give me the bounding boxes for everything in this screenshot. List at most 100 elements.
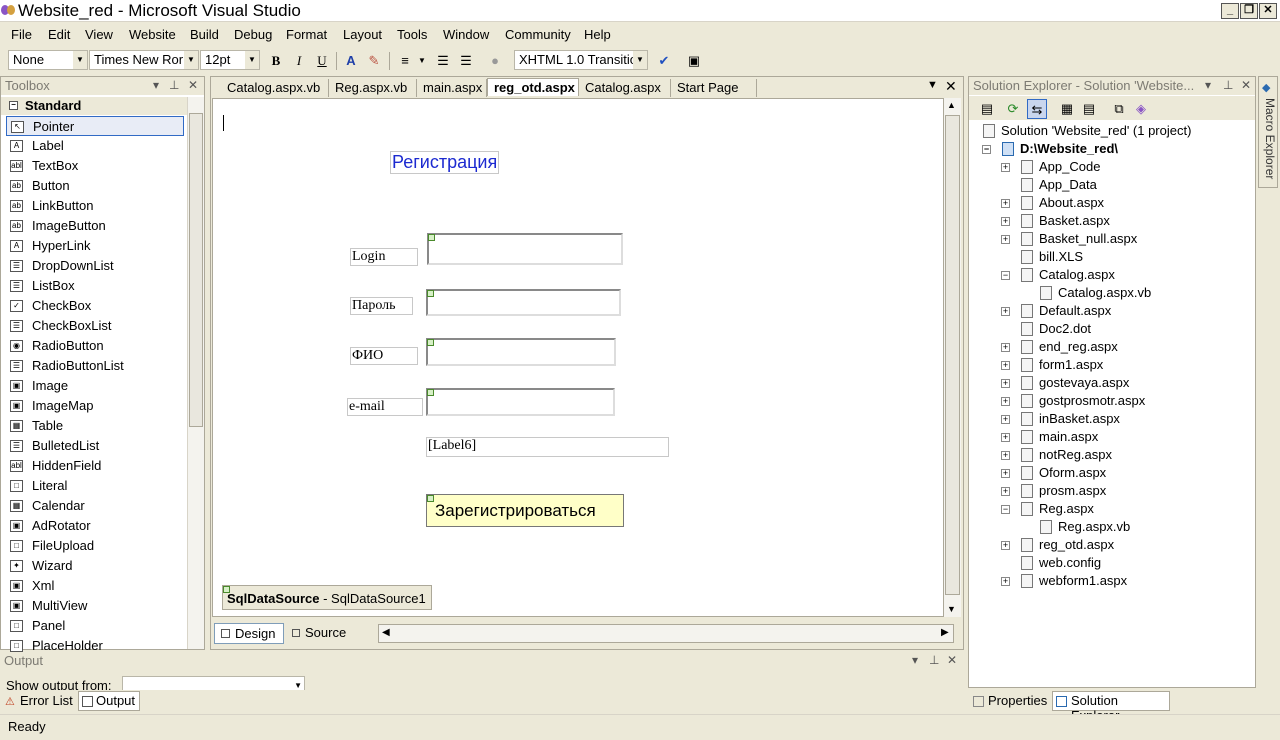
font-color-icon[interactable]: A xyxy=(341,51,361,71)
horizontal-scrollbar[interactable] xyxy=(378,624,954,643)
register-button[interactable]: Зарегистрироваться xyxy=(426,494,624,527)
pin-icon[interactable]: ⊥ xyxy=(1223,78,1233,92)
scroll-left-icon[interactable]: ◀ xyxy=(382,627,390,638)
toolbox-item-hyperlink[interactable]: A HyperLink xyxy=(6,236,184,256)
underline-button[interactable]: U xyxy=(312,51,332,71)
tree-item-bill-xls[interactable]: bill.XLS xyxy=(1021,249,1083,264)
toolbox-item-imagemap[interactable]: ▣ ImageMap xyxy=(6,396,184,416)
view-code-icon[interactable]: ▦ xyxy=(1057,99,1077,119)
toolbox-item-checkbox[interactable]: ✓ CheckBox xyxy=(6,296,184,316)
toolbox-item-fileupload[interactable]: □ FileUpload xyxy=(6,536,184,556)
asp-config-icon[interactable]: ◈ xyxy=(1131,99,1151,119)
expand-icon[interactable]: + xyxy=(1001,451,1010,460)
close-icon[interactable]: ✕ xyxy=(188,78,198,92)
toolbox-item-dropdownlist[interactable]: ☰ DropDownList xyxy=(6,256,184,276)
solution-node[interactable]: Solution 'Website_red' (1 project) xyxy=(983,123,1191,138)
copy-website-icon[interactable]: ⧉ xyxy=(1109,99,1129,119)
scroll-right-icon[interactable]: ▶ xyxy=(941,627,949,638)
menu-layout[interactable]: Layout xyxy=(343,27,382,42)
close-document-icon[interactable]: ✕ xyxy=(945,78,957,95)
expand-icon[interactable]: + xyxy=(1001,361,1010,370)
menu-help[interactable]: Help xyxy=(584,27,611,42)
menu-file[interactable]: File xyxy=(11,27,32,42)
numbered-list-icon[interactable]: ☰ xyxy=(456,51,476,71)
tree-item-oform-aspx[interactable]: + Oform.aspx xyxy=(1001,465,1106,480)
toolbox-item-bulletedlist[interactable]: ☰ BulletedList xyxy=(6,436,184,456)
toolbox-item-table[interactable]: ▦ Table xyxy=(6,416,184,436)
close-button[interactable]: ✕ xyxy=(1259,3,1277,19)
toolbox-item-adrotator[interactable]: ▣ AdRotator xyxy=(6,516,184,536)
tab-solution-explorer[interactable]: Solution Explorer xyxy=(1052,691,1170,723)
login-label[interactable]: Login xyxy=(350,248,418,266)
toolbox-item-xml[interactable]: ▣ Xml xyxy=(6,576,184,596)
tab-output[interactable]: Output xyxy=(78,691,140,711)
toolbox-item-listbox[interactable]: ☰ ListBox xyxy=(6,276,184,296)
bulleted-list-icon[interactable]: ☰ xyxy=(433,51,453,71)
collapse-icon[interactable]: − xyxy=(1001,505,1010,514)
tab-main-aspx[interactable]: main.aspx xyxy=(417,79,487,97)
menu-edit[interactable]: Edit xyxy=(48,27,70,42)
expand-icon[interactable]: + xyxy=(1001,379,1010,388)
expand-icon[interactable]: + xyxy=(1001,415,1010,424)
tree-item-notreg-aspx[interactable]: + notReg.aspx xyxy=(1001,447,1112,462)
tree-item-about-aspx[interactable]: + About.aspx xyxy=(1001,195,1104,210)
tree-item-gostprosmotr-aspx[interactable]: + gostprosmotr.aspx xyxy=(1001,393,1145,408)
toolbox-item-textbox[interactable]: abl TextBox xyxy=(6,156,184,176)
tree-item-gostevaya-aspx[interactable]: + gostevaya.aspx xyxy=(1001,375,1129,390)
menu-format[interactable]: Format xyxy=(286,27,327,42)
font-name-select[interactable]: Times New Ror ▼ xyxy=(89,50,199,70)
menu-build[interactable]: Build xyxy=(190,27,219,42)
password-label[interactable]: Пароль xyxy=(350,297,413,315)
bold-button[interactable]: B xyxy=(266,51,286,71)
editor-scroll-thumb[interactable] xyxy=(945,115,960,595)
toolbox-item-image[interactable]: ▣ Image xyxy=(6,376,184,396)
expand-icon[interactable]: + xyxy=(1001,469,1010,478)
scroll-down-icon[interactable]: ▼ xyxy=(947,604,956,614)
tree-item-form1-aspx[interactable]: + form1.aspx xyxy=(1001,357,1103,372)
insert-image-icon[interactable]: ▣ xyxy=(684,51,704,71)
tree-item-doc2-dot[interactable]: Doc2.dot xyxy=(1021,321,1091,336)
menu-window[interactable]: Window xyxy=(443,27,489,42)
toolbox-item-checkboxlist[interactable]: ☰ CheckBoxList xyxy=(6,316,184,336)
email-label[interactable]: e-mail xyxy=(347,398,423,416)
tree-item-reg-aspx[interactable]: − Reg.aspx xyxy=(1001,501,1094,516)
highlight-icon[interactable]: ✎ xyxy=(364,51,384,71)
layer-icon[interactable]: ● xyxy=(485,51,505,71)
refresh-icon[interactable]: ⟳ xyxy=(1003,99,1023,119)
sqldatasource-control[interactable]: SqlDataSource - SqlDataSource1 xyxy=(222,585,432,610)
expand-icon[interactable]: + xyxy=(1001,487,1010,496)
close-icon[interactable]: ✕ xyxy=(947,653,957,667)
expand-icon[interactable]: + xyxy=(1001,199,1010,208)
design-surface[interactable]: Регистрация Login Пароль ФИО e-mail [Lab… xyxy=(212,98,944,617)
password-textbox[interactable] xyxy=(426,289,621,316)
view-designer-icon[interactable]: ▤ xyxy=(1079,99,1099,119)
menu-tools[interactable]: Tools xyxy=(397,27,427,42)
tree-item-basket-null-aspx[interactable]: + Basket_null.aspx xyxy=(1001,231,1137,246)
expand-icon[interactable]: + xyxy=(1001,541,1010,550)
expand-icon[interactable]: + xyxy=(1001,307,1010,316)
toolbox-item-button[interactable]: ab Button xyxy=(6,176,184,196)
tab-start-page[interactable]: Start Page xyxy=(671,79,757,97)
restore-button[interactable]: ❐ xyxy=(1240,3,1258,19)
tree-item-inbasket-aspx[interactable]: + inBasket.aspx xyxy=(1001,411,1120,426)
tree-item-basket-aspx[interactable]: + Basket.aspx xyxy=(1001,213,1110,228)
close-icon[interactable]: ✕ xyxy=(1241,78,1251,92)
project-node[interactable]: − D:\Website_red\ xyxy=(982,141,1118,156)
tree-item-webform1-aspx[interactable]: + webform1.aspx xyxy=(1001,573,1127,588)
nest-files-icon[interactable]: ⇆ xyxy=(1027,99,1047,119)
toolbox-item-linkbutton[interactable]: ab LinkButton xyxy=(6,196,184,216)
registration-heading[interactable]: Регистрация xyxy=(390,151,500,174)
expand-icon[interactable]: + xyxy=(1001,433,1010,442)
tree-item-prosm-aspx[interactable]: + prosm.aspx xyxy=(1001,483,1106,498)
tree-item-app-data[interactable]: App_Data xyxy=(1021,177,1097,192)
toolbox-item-label[interactable]: A Label xyxy=(6,136,184,156)
toolbox-item-literal[interactable]: □ Literal xyxy=(6,476,184,496)
tab-error-list[interactable]: ⚠ Error List xyxy=(2,692,76,711)
design-view-tab[interactable]: Design xyxy=(214,623,284,644)
pin-icon[interactable]: ⊥ xyxy=(929,653,939,667)
result-label[interactable]: [Label6] xyxy=(426,437,669,457)
tree-item-app-code[interactable]: + App_Code xyxy=(1001,159,1100,174)
toolbox-item-panel[interactable]: □ Panel xyxy=(6,616,184,636)
tree-item-reg-aspx-vb[interactable]: Reg.aspx.vb xyxy=(1040,519,1130,534)
expand-icon[interactable]: + xyxy=(1001,235,1010,244)
